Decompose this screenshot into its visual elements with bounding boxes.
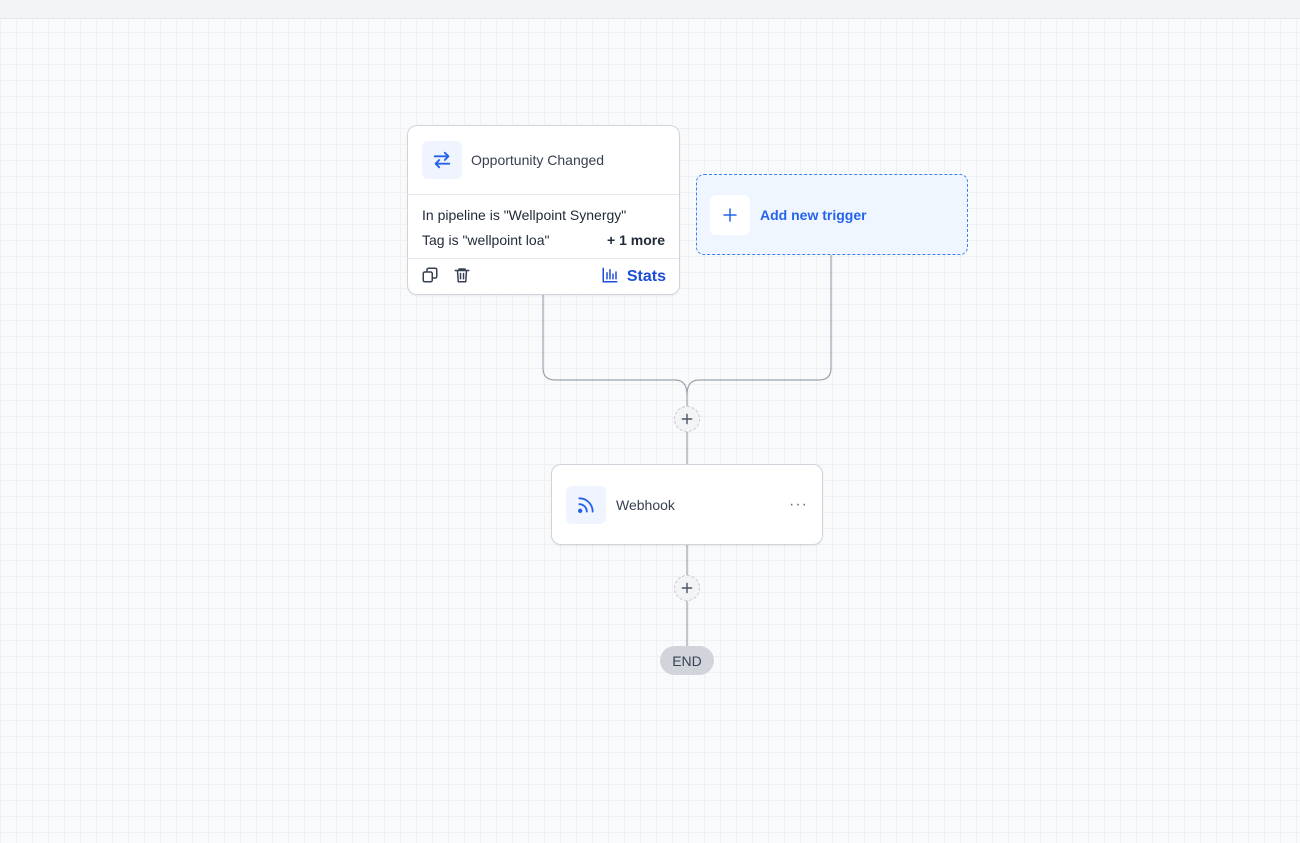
trigger-footer: Stats	[408, 259, 679, 295]
copy-icon[interactable]	[421, 266, 439, 289]
webhook-title: Webhook	[616, 496, 675, 513]
more-options-icon[interactable]: ···	[789, 496, 808, 514]
trigger-conditions: In pipeline is "Wellpoint Synergy" Tag i…	[408, 195, 679, 259]
more-conditions-link[interactable]: + 1 more	[607, 228, 665, 253]
bar-chart-icon	[601, 266, 619, 289]
add-action-button[interactable]	[674, 406, 700, 432]
add-new-trigger-button[interactable]: Add new trigger	[696, 174, 968, 255]
add-trigger-label: Add new trigger	[760, 206, 867, 223]
trash-icon[interactable]	[453, 266, 471, 289]
end-node: END	[660, 646, 714, 675]
add-action-button-bottom[interactable]	[674, 575, 700, 601]
trigger-card[interactable]: Opportunity Changed In pipeline is "Well…	[407, 125, 680, 295]
stats-button[interactable]: Stats	[601, 266, 666, 289]
plus-icon	[681, 582, 693, 594]
rss-feed-icon	[566, 485, 606, 524]
condition-pipeline: In pipeline is "Wellpoint Synergy"	[422, 207, 627, 223]
trigger-header: Opportunity Changed	[408, 126, 679, 195]
connector-add-trigger	[686, 255, 832, 396]
connector-trigger	[542, 295, 688, 396]
plus-icon	[681, 413, 693, 425]
arrows-swap-icon	[422, 141, 462, 179]
webhook-action-card[interactable]: Webhook ···	[551, 464, 823, 545]
trigger-title: Opportunity Changed	[471, 152, 605, 168]
plus-icon	[710, 194, 750, 235]
stats-label: Stats	[626, 268, 666, 285]
condition-tag: Tag is "wellpoint loa" + 1 more	[422, 228, 665, 253]
